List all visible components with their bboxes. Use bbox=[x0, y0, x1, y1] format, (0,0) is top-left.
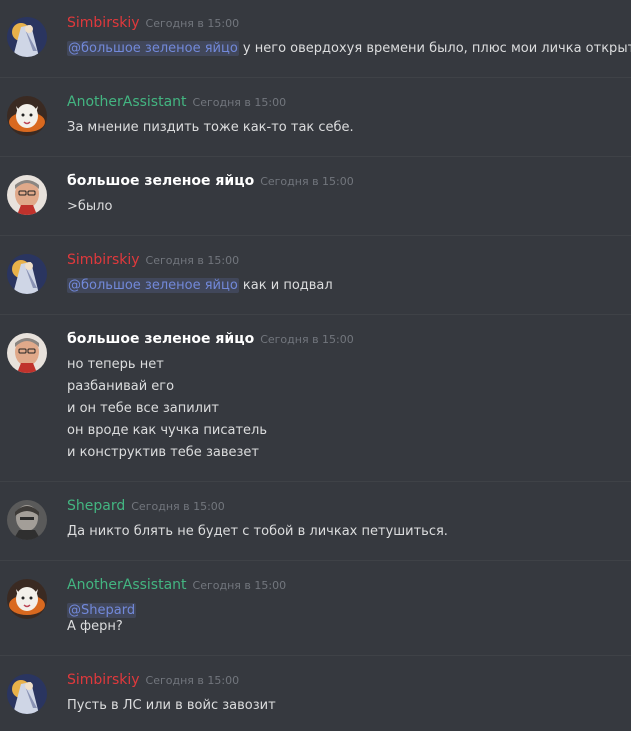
timestamp: Сегодня в 15:00 bbox=[145, 17, 240, 30]
message-text: разбанивай его bbox=[67, 379, 175, 394]
message-text: Пусть в ЛС или в войс завозит bbox=[67, 698, 276, 713]
timestamp: Сегодня в 15:00 bbox=[145, 254, 240, 267]
message-text: у него овердохуя времени было, плюс мои … bbox=[238, 41, 631, 56]
message: Simbirskiy Сегодня в 15:00 Пусть в ЛС или… bbox=[0, 672, 631, 731]
message-text: А ферн? bbox=[67, 619, 123, 634]
author-name[interactable]: Simbirskiy bbox=[67, 252, 140, 268]
author-name[interactable]: AnotherAssistant bbox=[67, 577, 187, 593]
message-text: но теперь нет bbox=[67, 357, 164, 372]
divider bbox=[0, 314, 631, 315]
avatar[interactable] bbox=[7, 333, 47, 373]
message-text: >было bbox=[67, 199, 113, 214]
message-header: большое зеленое яйцо Сегодня в 15:00 bbox=[67, 173, 354, 189]
message-header: AnotherAssistant Сегодня в 15:00 bbox=[67, 577, 286, 593]
message-text: За мнение пиздить тоже как-то так себе. bbox=[67, 120, 354, 135]
timestamp: Сегодня в 15:00 bbox=[192, 579, 287, 592]
message-text: как и подвал bbox=[238, 278, 333, 293]
author-name[interactable]: AnotherAssistant bbox=[67, 94, 187, 110]
message: Simbirskiy Сегодня в 15:00 @большое зелен… bbox=[0, 15, 631, 77]
message: AnotherAssistant Сегодня в 15:00 За мнени… bbox=[0, 94, 631, 156]
message-content: @большое зеленое яйцо как и подвал bbox=[67, 276, 333, 296]
message-header: Simbirskiy Сегодня в 15:00 bbox=[67, 672, 239, 688]
timestamp: Сегодня в 15:00 bbox=[192, 96, 287, 109]
divider bbox=[0, 156, 631, 157]
avatar[interactable] bbox=[7, 674, 47, 714]
message-text: и он тебе все запилит bbox=[67, 401, 219, 416]
avatar[interactable] bbox=[7, 254, 47, 294]
chat-messages: Simbirskiy Сегодня в 15:00 @большое зелен… bbox=[0, 0, 631, 731]
message-text: и конструктив тебе завезет bbox=[67, 445, 259, 460]
timestamp: Сегодня в 15:00 bbox=[260, 175, 354, 188]
avatar[interactable] bbox=[7, 175, 47, 215]
message-content: @большое зеленое яйцо у него овердохуя в… bbox=[67, 39, 631, 59]
divider bbox=[0, 481, 631, 482]
avatar[interactable] bbox=[7, 96, 47, 136]
divider bbox=[0, 235, 631, 236]
author-name[interactable]: Simbirskiy bbox=[67, 15, 140, 31]
user-mention[interactable]: @большое зеленое яйцо bbox=[67, 278, 239, 293]
message-header: Shepard Сегодня в 15:00 bbox=[67, 498, 225, 514]
message: большое зеленое яйцо Сегодня в 15:00 >был… bbox=[0, 173, 631, 235]
avatar[interactable] bbox=[7, 17, 47, 57]
author-name[interactable]: Shepard bbox=[67, 498, 125, 514]
message-header: Simbirskiy Сегодня в 15:00 bbox=[67, 15, 239, 31]
divider bbox=[0, 77, 631, 78]
message-text: он вроде как чучка писатель bbox=[67, 423, 267, 438]
divider bbox=[0, 560, 631, 561]
avatar[interactable] bbox=[7, 500, 47, 540]
user-mention[interactable]: @большое зеленое яйцо bbox=[67, 41, 239, 56]
message: большое зеленое яйцо Сегодня в 15:00 но т… bbox=[0, 331, 631, 481]
divider bbox=[0, 655, 631, 656]
author-name[interactable]: большое зеленое яйцо bbox=[67, 173, 254, 189]
message-header: Simbirskiy Сегодня в 15:00 bbox=[67, 252, 239, 268]
avatar[interactable] bbox=[7, 579, 47, 619]
message-text: Да никто блять не будет с тобой в личках… bbox=[67, 524, 448, 539]
message-header: AnotherAssistant Сегодня в 15:00 bbox=[67, 94, 286, 110]
author-name[interactable]: большое зеленое яйцо bbox=[67, 331, 254, 347]
timestamp: Сегодня в 15:00 bbox=[131, 500, 225, 513]
author-name[interactable]: Simbirskiy bbox=[67, 672, 140, 688]
timestamp: Сегодня в 15:00 bbox=[260, 333, 354, 346]
user-mention[interactable]: @Shepard bbox=[67, 603, 137, 618]
message: AnotherAssistant Сегодня в 15:00 @Shepard… bbox=[0, 577, 631, 655]
message-header: большое зеленое яйцо Сегодня в 15:00 bbox=[67, 331, 354, 347]
message: Shepard Сегодня в 15:00 Да никто блять не… bbox=[0, 498, 631, 560]
timestamp: Сегодня в 15:00 bbox=[145, 674, 240, 687]
message: Simbirskiy Сегодня в 15:00 @большое зелен… bbox=[0, 252, 631, 314]
